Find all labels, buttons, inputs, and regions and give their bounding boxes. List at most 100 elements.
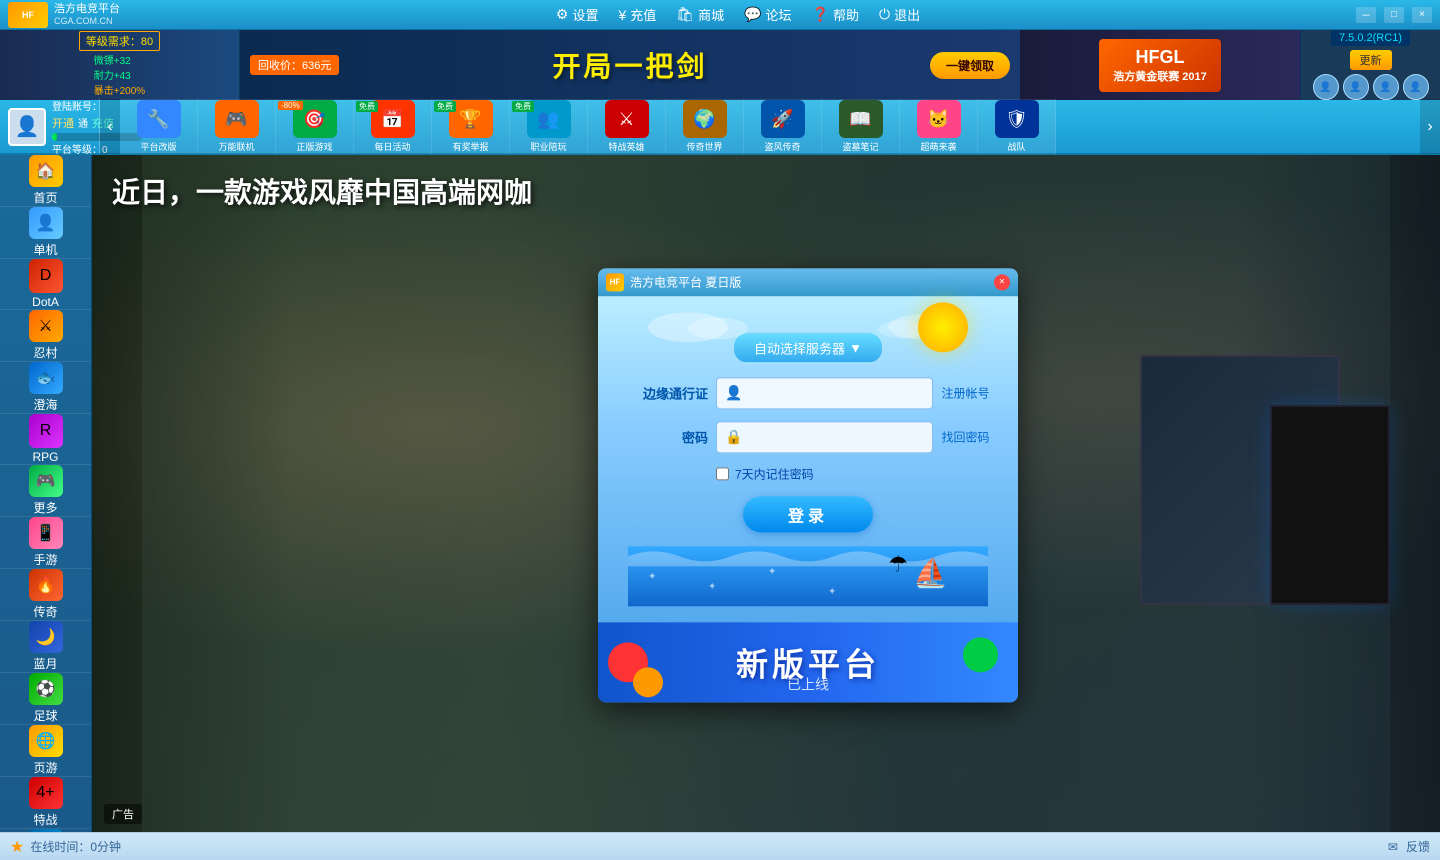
banner-ball-green (963, 637, 998, 672)
sidebar-item-传奇[interactable]: 🔥 传奇 (0, 569, 91, 621)
password-row: 密码 🔒 找回密码 (628, 421, 988, 453)
sidebar-item-单机[interactable]: 👤 单机 (0, 207, 91, 259)
nav-logout[interactable]: ⏻退出 (879, 5, 920, 24)
sea-area: ✦ ✦ ✦ ✦ ☂ ⛵ (628, 546, 988, 606)
update-button[interactable]: 更新 (1350, 50, 1392, 70)
game-tab-7[interactable]: 🌍 传奇世界 (666, 99, 744, 154)
sidebar-label-1: 单机 (33, 241, 57, 258)
sidebar-item-足球[interactable]: ⚽ 足球 (0, 673, 91, 725)
dialog-titlebar: HF 浩方电竞平台 夏日版 × (598, 268, 1018, 296)
user-bar: 👤 登陆账号： 开通 通 充值 平台等级：0 ‹ 🔧 平台改版 🎮 万能联机 (0, 100, 1440, 155)
app-logo: HF 浩方电竞平台 CGA.COM.CN (8, 2, 120, 28)
avatar-1: 👤 (1313, 74, 1339, 100)
level-bar (52, 133, 57, 141)
nav-help[interactable]: ❓帮助 (812, 5, 859, 24)
tab-icon-8: 🚀 (761, 100, 805, 138)
ad-grab-button[interactable]: 一键领取 (930, 52, 1010, 79)
mail-button[interactable]: ✉ (1388, 840, 1398, 854)
sea-star-4: ✦ (828, 586, 836, 597)
tab-label-2: 正版游戏 (296, 140, 332, 153)
account-input[interactable] (748, 385, 924, 400)
online-time: 在线时间：0分钟 (30, 838, 121, 855)
server-select-button[interactable]: 自动选择服务器 ▼ (733, 332, 883, 363)
remember-checkbox[interactable] (716, 467, 729, 480)
account-row: 边缘通行证 👤 注册帐号 (628, 377, 988, 409)
tabs-container: 🔧 平台改版 🎮 万能联机 -80% 🎯 正版游戏 免费 📅 每日活动 免费 🏆… (120, 99, 1420, 154)
ad-stats: 微镖+32 耐力+43 暴击+200% (94, 54, 145, 99)
sidebar-item-忍村[interactable]: ⚔ 忍村 (0, 310, 91, 362)
remember-label: 7天内记住密码 (735, 465, 814, 482)
game-tab-6[interactable]: ⚔ 特战英雄 (588, 99, 666, 154)
game-tab-0[interactable]: 🔧 平台改版 (120, 99, 198, 154)
boat-decoration: ⛵ (913, 556, 948, 589)
dialog-close-button[interactable]: × (994, 274, 1010, 290)
feedback-button[interactable]: 反馈 (1406, 838, 1430, 855)
avatar-row: 👤 👤 👤 👤 (1313, 74, 1429, 100)
tab-label-1: 万能联机 (218, 140, 254, 153)
sidebar-icon-9: 🌙 (29, 621, 63, 653)
game-tab-2[interactable]: -80% 🎯 正版游戏 (276, 99, 354, 154)
sidebar-item-RPG[interactable]: R RPG (0, 414, 91, 465)
remember-row: 7天内记住密码 (716, 465, 988, 482)
lock-icon: 🔒 (725, 428, 742, 445)
sidebar-label-0: 首页 (33, 189, 57, 206)
sidebar-icon-7: 📱 (29, 517, 63, 549)
game-tab-1[interactable]: 🎮 万能联机 (198, 99, 276, 154)
sidebar-item-首页[interactable]: 🏠 首页 (0, 155, 91, 207)
hfgl-badge: HFGL 浩方黄金联赛 2017 (1099, 39, 1221, 92)
content-area: 🏠 首页 👤 单机 D DotA ⚔ 忍村 🐟 澄海 R RPG 🎮 更多 📱 … (0, 155, 1440, 832)
ad-hfgl-panel: HFGL 浩方黄金联赛 2017 (1020, 30, 1300, 100)
sidebar-item-蓝月[interactable]: 🌙 蓝月 (0, 621, 91, 673)
game-tab-8[interactable]: 🚀 盗风传奇 (744, 99, 822, 154)
tabs-left-arrow[interactable]: ‹ (100, 99, 120, 154)
login-button[interactable]: 登录 (743, 496, 873, 532)
tab-label-10: 超萌来袭 (920, 140, 956, 153)
sidebar-item-蹦视[interactable]: 📺 蹦视 (0, 829, 91, 832)
sidebar-label-11: 页游 (33, 759, 57, 776)
game-tab-10[interactable]: 🐱 超萌来袭 (900, 99, 978, 154)
close-button[interactable]: × (1412, 7, 1432, 23)
tab-icon-11: 🛡 (995, 100, 1039, 138)
register-link[interactable]: 注册帐号 (941, 384, 989, 401)
banner-sub-text: 已上线 (787, 674, 829, 694)
ad-center: 开局一把剑 (552, 45, 707, 85)
nav-shop[interactable]: 🛍商城 (676, 5, 724, 24)
retrieve-password-link[interactable]: 找回密码 (941, 428, 989, 445)
account-icon: 👤 (725, 384, 742, 401)
nav-topup[interactable]: ¥充值 (618, 5, 656, 24)
password-input[interactable] (748, 429, 924, 444)
sea-star-2: ✦ (708, 581, 716, 592)
nav-forum[interactable]: 💬论坛 (744, 5, 791, 24)
status-left: ★ 在线时间：0分钟 (10, 837, 121, 857)
sidebar-item-手游[interactable]: 📱 手游 (0, 517, 91, 569)
sidebar-icon-4: 🐟 (29, 362, 63, 394)
tabs-right-arrow[interactable]: › (1420, 99, 1440, 154)
sidebar-item-DotA[interactable]: D DotA (0, 259, 91, 310)
sidebar-item-页游[interactable]: 🌐 页游 (0, 725, 91, 777)
sidebar-item-澄海[interactable]: 🐟 澄海 (0, 362, 91, 414)
sidebar-item-更多[interactable]: 🎮 更多 (0, 465, 91, 517)
sidebar-icon-8: 🔥 (29, 569, 63, 601)
ad-recycle-price: 回收价：636元 (250, 55, 339, 75)
sidebar-label-12: 特战 (33, 811, 57, 828)
beach-umbrella: ☂ (888, 551, 908, 577)
sidebar-label-6: 更多 (33, 499, 57, 516)
game-tab-11[interactable]: 🛡 战队 (978, 99, 1056, 154)
sidebar-icon-2: D (29, 259, 63, 293)
maximize-button[interactable]: □ (1384, 7, 1404, 23)
game-tab-4[interactable]: 免费 🏆 有奖举报 (432, 99, 510, 154)
tab-icon-6: ⚔ (605, 100, 649, 138)
password-label: 密码 (628, 427, 708, 446)
minimize-button[interactable]: － (1356, 7, 1376, 23)
sun-decoration (918, 302, 968, 352)
game-tab-3[interactable]: 免费 📅 每日活动 (354, 99, 432, 154)
sidebar-icon-13: 📺 (29, 829, 63, 832)
sidebar-item-特战[interactable]: 4+ 特战 (0, 777, 91, 829)
game-tab-5[interactable]: 免费 👥 职业陪玩 (510, 99, 588, 154)
sidebar-icon-12: 4+ (29, 777, 63, 809)
app-name: 浩方电竞平台 CGA.COM.CN (54, 3, 120, 27)
sidebar-label-10: 足球 (33, 707, 57, 724)
game-tab-9[interactable]: 📖 盗墓笔记 (822, 99, 900, 154)
open-link[interactable]: 开通 (52, 115, 74, 131)
nav-settings[interactable]: ⚙设置 (556, 5, 599, 24)
